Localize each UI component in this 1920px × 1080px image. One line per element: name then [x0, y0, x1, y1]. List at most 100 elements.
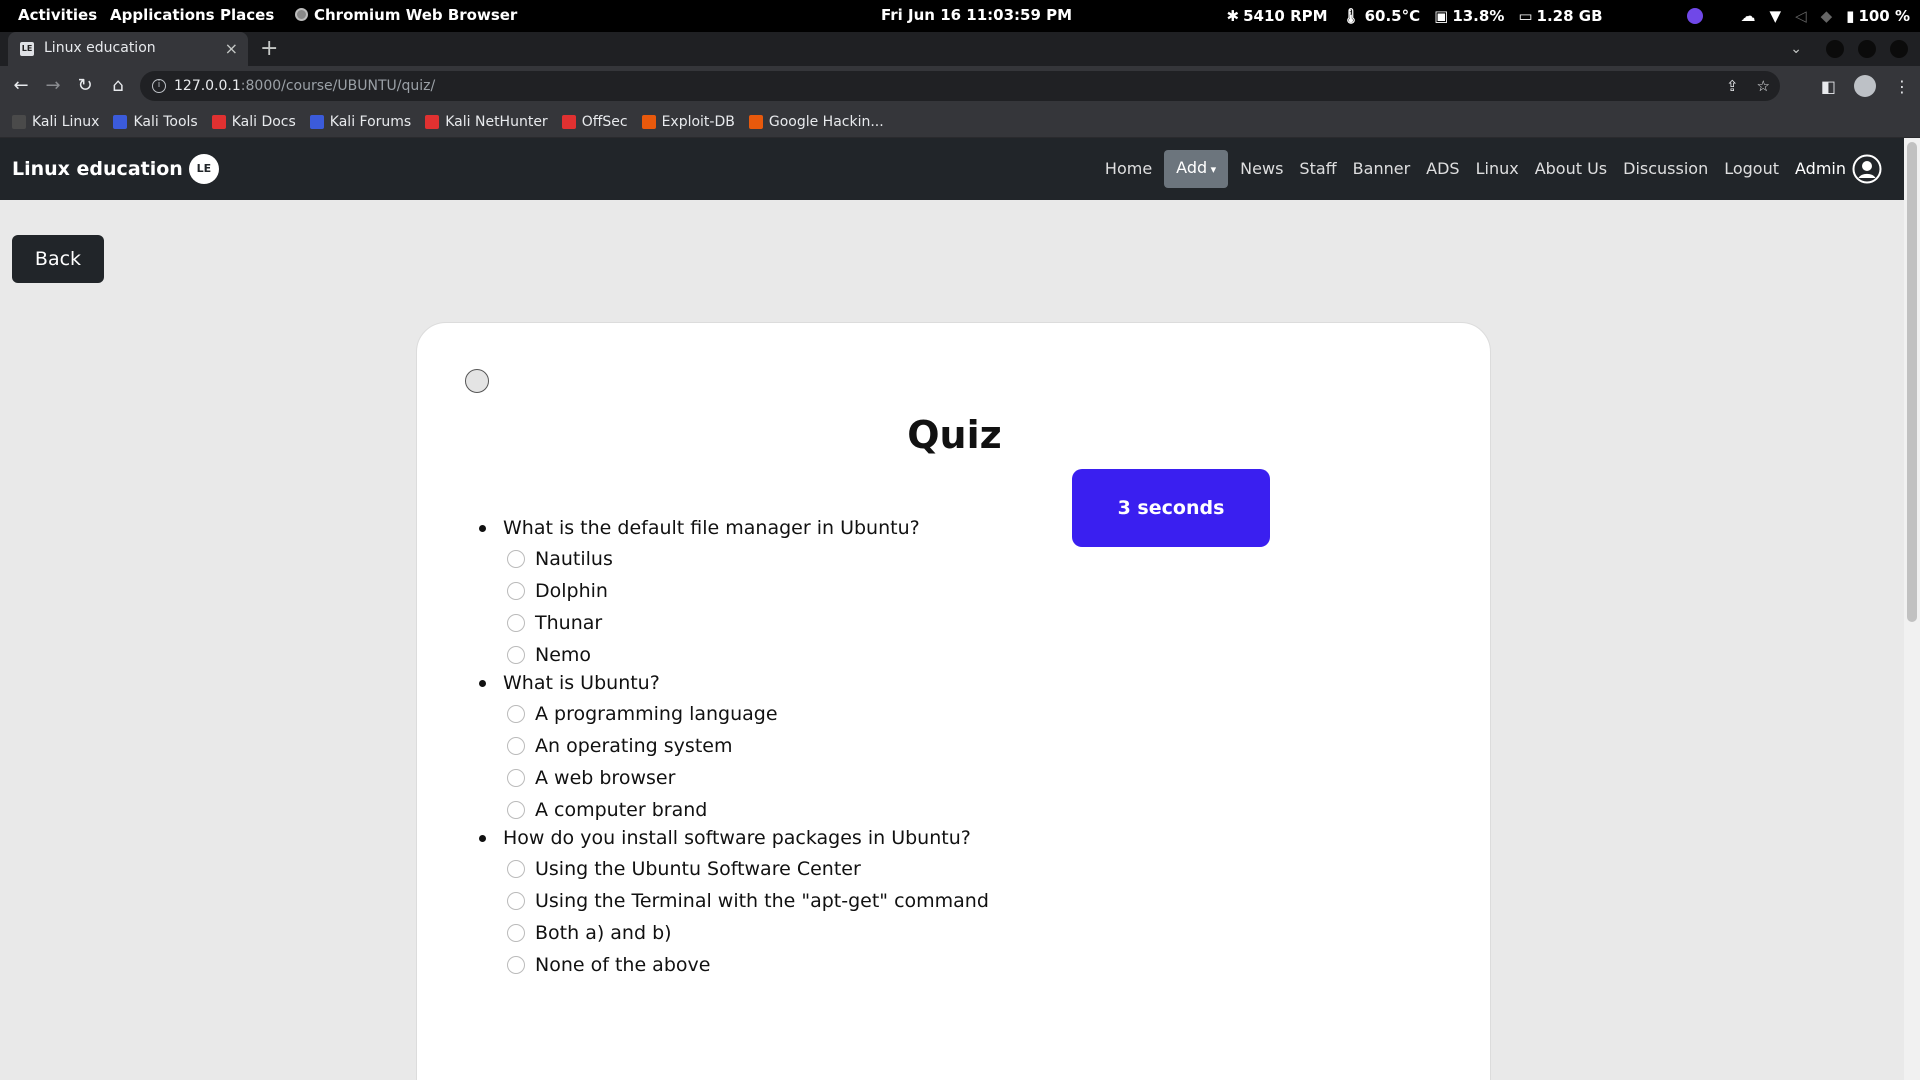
page-scrollbar[interactable] [1904, 138, 1920, 1080]
maximize-button[interactable] [1858, 40, 1876, 58]
answer-option[interactable]: Both a) and b) [477, 917, 1377, 949]
share-icon[interactable]: ⇪ [1726, 71, 1739, 101]
bookmark-item[interactable]: Kali Docs [211, 114, 296, 130]
radio-button[interactable] [507, 860, 525, 878]
radio-button[interactable] [507, 956, 525, 974]
radio-button[interactable] [507, 705, 525, 723]
option-label[interactable]: Using the Terminal with the "apt-get" co… [535, 890, 989, 912]
activities-button[interactable]: Activities [18, 0, 97, 32]
option-label[interactable]: A web browser [535, 767, 675, 789]
page-viewport[interactable]: Linux education LE Home Add ▾ News Staff Ban… [0, 138, 1920, 1080]
option-label[interactable]: None of the above [535, 954, 710, 976]
bookmark-item[interactable]: OffSec [561, 114, 628, 130]
back-arrow-icon[interactable]: ← [9, 66, 33, 106]
answer-option[interactable]: Nemo [477, 639, 1377, 671]
home-icon[interactable]: ⌂ [106, 66, 130, 106]
nav-links: Home Add ▾ News Staff Banner ADS Linux About Us… [1097, 138, 1890, 200]
active-app-name: Chromium Web Browser [314, 6, 518, 24]
profile-avatar-icon[interactable] [1854, 75, 1876, 97]
radio-button[interactable] [507, 582, 525, 600]
nav-ads[interactable]: ADS [1418, 151, 1467, 187]
nav-banner[interactable]: Banner [1345, 151, 1418, 187]
minimize-button[interactable] [1826, 40, 1844, 58]
address-bar[interactable]: i 127.0.0.1:8000/course/UBUNTU/quiz/ ⇪ ☆ [140, 71, 1780, 101]
side-panel-icon[interactable]: ◧ [1821, 77, 1836, 96]
option-label[interactable]: Using the Ubuntu Software Center [535, 858, 861, 880]
radio-button[interactable] [507, 646, 525, 664]
status-area[interactable]: ✱ 5410 RPM 🌡︎ 60.5°C ▣ 13.8% ▭ 1.28 GB ☁ ▼ ◁… [1227, 0, 1910, 32]
applications-menu[interactable]: Applications [110, 0, 215, 32]
radio-button[interactable] [507, 550, 525, 568]
answer-option[interactable]: An operating system [477, 730, 1377, 762]
answer-option[interactable]: A web browser [477, 762, 1377, 794]
tray-icons[interactable]: ☁ ▼ ◁ ◆ ▮ 100 % [1741, 1, 1910, 32]
nav-linux[interactable]: Linux [1468, 151, 1527, 187]
quiz-card: Quiz 3 seconds What is the default file … [416, 322, 1491, 1080]
bookmark-label: Kali NetHunter [445, 113, 548, 130]
answer-option[interactable]: A computer brand [477, 794, 1377, 826]
radio-button[interactable] [507, 737, 525, 755]
answer-option[interactable]: Dolphin [477, 575, 1377, 607]
nav-staff[interactable]: Staff [1291, 151, 1344, 187]
nav-add[interactable]: Add ▾ [1164, 150, 1229, 188]
answer-option[interactable]: A programming language [477, 698, 1377, 730]
question-text: How do you install software packages in … [477, 823, 1377, 853]
clock[interactable]: Fri Jun 16 11:03:59 PM [881, 0, 1072, 32]
option-label[interactable]: Dolphin [535, 580, 608, 602]
nav-about-us[interactable]: About Us [1527, 151, 1615, 187]
scrollbar-thumb[interactable] [1907, 142, 1917, 622]
bookmark-item[interactable]: Kali Tools [113, 114, 198, 130]
answer-option[interactable]: Thunar [477, 607, 1377, 639]
menu-kebab-icon[interactable]: ⋮ [1894, 77, 1910, 96]
bookmark-item[interactable]: Kali Linux [12, 114, 99, 130]
question-label: What is Ubuntu? [503, 672, 660, 694]
option-label[interactable]: Both a) and b) [535, 922, 672, 944]
temp-indicator: 🌡︎ 60.5°C [1342, 1, 1421, 32]
close-window-button[interactable] [1890, 40, 1908, 58]
bookmark-item[interactable]: Kali Forums [309, 114, 411, 130]
forward-arrow-icon[interactable]: → [41, 66, 65, 106]
radio-button[interactable] [507, 801, 525, 819]
site-brand[interactable]: Linux education LE [12, 138, 219, 200]
bookmark-item[interactable]: Kali NetHunter [425, 113, 548, 130]
radio-button[interactable] [507, 924, 525, 942]
tab-close-icon[interactable]: × [225, 32, 238, 65]
quiz-status-circle[interactable] [465, 369, 489, 393]
nav-logout[interactable]: Logout [1716, 151, 1787, 187]
site-navbar: Linux education LE Home Add ▾ News Staff Ban… [0, 138, 1904, 200]
site-info-icon[interactable]: i [152, 79, 166, 93]
tab-linux-education[interactable]: LE Linux education × [8, 32, 248, 66]
indicator-icons [1686, 8, 1703, 24]
nav-home[interactable]: Home [1097, 151, 1160, 187]
nav-discussion[interactable]: Discussion [1615, 151, 1716, 187]
reload-icon[interactable]: ↻ [73, 66, 97, 106]
url-text[interactable]: 127.0.0.1:8000/course/UBUNTU/quiz/ [174, 71, 435, 101]
option-label[interactable]: Nemo [535, 644, 591, 666]
bookmark-item[interactable]: Google Hackin... [748, 114, 884, 130]
nav-news[interactable]: News [1232, 151, 1291, 187]
option-label[interactable]: A computer brand [535, 799, 707, 821]
option-label[interactable]: A programming language [535, 703, 778, 725]
radio-button[interactable] [507, 614, 525, 632]
places-menu[interactable]: Places [220, 0, 274, 32]
bookmark-star-icon[interactable]: ☆ [1757, 71, 1770, 101]
option-label[interactable]: Nautilus [535, 548, 613, 570]
answer-option[interactable]: Using the Terminal with the "apt-get" co… [477, 885, 1377, 917]
radio-button[interactable] [507, 769, 525, 787]
nav-admin-user[interactable]: Admin [1787, 151, 1890, 187]
new-tab-button[interactable]: + [260, 32, 278, 65]
radio-button[interactable] [507, 892, 525, 910]
option-label[interactable]: An operating system [535, 735, 732, 757]
tab-search-icon[interactable]: ⌄ [1790, 41, 1802, 57]
bookmark-item[interactable]: Exploit-DB [641, 114, 735, 130]
option-label[interactable]: Thunar [535, 612, 602, 634]
back-button[interactable]: Back [12, 235, 104, 283]
answer-option[interactable]: Using the Ubuntu Software Center [477, 853, 1377, 885]
bullet-icon [479, 680, 486, 687]
viber-icon[interactable] [1686, 8, 1703, 24]
answer-option[interactable]: None of the above [477, 949, 1377, 981]
system-top-bar: Activities Applications Places Chromium … [0, 0, 1920, 32]
active-app-indicator[interactable]: Chromium Web Browser [295, 0, 517, 32]
answer-option[interactable]: Nautilus [477, 543, 1377, 575]
url-host: 127.0.0.1 [174, 78, 241, 94]
